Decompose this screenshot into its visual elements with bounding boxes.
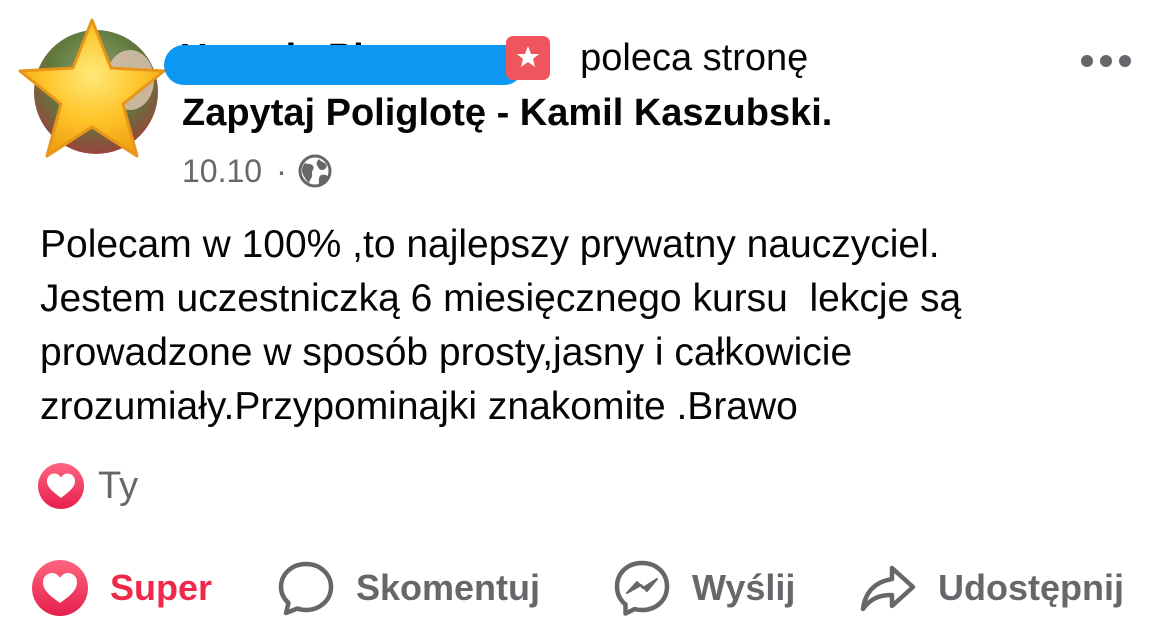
reaction-names: Ty [98, 464, 139, 507]
post-header: Urszula Pieczner poleca stronę Zapytaj P… [0, 0, 1170, 200]
messenger-icon [614, 560, 670, 616]
redaction-mark [164, 44, 524, 85]
heart-reaction-icon [32, 560, 88, 616]
post-actions: Super Skomentuj Wyślij Udostępnij [0, 555, 1170, 621]
meta-separator: · [276, 152, 287, 189]
star-icon [18, 18, 166, 158]
globe-icon [298, 154, 332, 188]
post-date[interactable]: 10.10 [182, 153, 262, 190]
share-button[interactable]: Udostępnij [858, 555, 1124, 621]
author-name[interactable]: Urszula Pieczner [164, 37, 524, 85]
post-text: Polecam w 100% ,to najlepszy prywatny na… [40, 218, 1150, 434]
share-button-label: Udostępnij [938, 567, 1124, 608]
like-button-label: Super [110, 567, 213, 608]
comment-button-label: Skomentuj [356, 567, 541, 608]
author-row: Urszula Pieczner poleca stronę [164, 28, 809, 88]
post-text-line: Jestem uczestniczką 6 miesięcznego kursu… [40, 277, 962, 320]
post-text-line: prowadzone w sposób prosty,jasny i całko… [40, 331, 853, 374]
recommended-page-name[interactable]: Zapytaj Poliglotę - Kamil Kaszubski. [182, 92, 832, 135]
post-meta: 10.10 · [182, 150, 333, 192]
recommends-text: poleca stronę [580, 36, 809, 79]
reactions-summary[interactable]: Ty [36, 460, 138, 512]
send-button-label: Wyślij [692, 567, 796, 608]
recommendation-icon [506, 36, 551, 80]
post-text-line: Polecam w 100% ,to najlepszy prywatny na… [40, 223, 940, 266]
comment-icon [278, 561, 334, 616]
send-button[interactable]: Wyślij [612, 555, 795, 621]
more-options-icon[interactable] [1080, 54, 1132, 68]
heart-reaction-icon [38, 463, 84, 509]
post-text-line: zrozumiały.Przypominajki znakomite .Braw… [40, 385, 798, 428]
share-icon [860, 565, 916, 612]
like-button[interactable]: Super [30, 555, 212, 621]
comment-button[interactable]: Skomentuj [276, 555, 540, 621]
